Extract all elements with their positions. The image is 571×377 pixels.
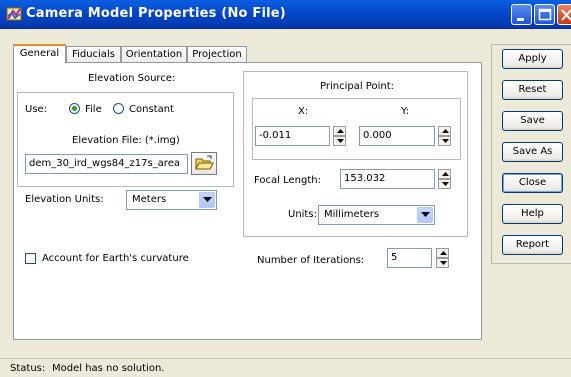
elevation-units-value: Meters — [132, 194, 167, 205]
browse-button[interactable] — [191, 152, 217, 175]
principal-y-input[interactable]: 0.000 — [359, 126, 435, 146]
focal-length-input[interactable]: 153.032 — [340, 169, 435, 189]
spin-up-icon[interactable] — [438, 169, 451, 179]
radio-constant-label[interactable]: Constant — [129, 104, 174, 116]
focal-units-label: Units: — [288, 209, 317, 220]
window-title: Camera Model Properties (No File) — [26, 6, 286, 21]
close-button[interactable]: Close — [502, 173, 563, 193]
maximize-button[interactable] — [534, 4, 555, 25]
elevation-file-label: Elevation File: (*.img) — [72, 135, 180, 146]
status-label: Status: — [10, 363, 46, 374]
principal-x-spinner[interactable] — [333, 126, 346, 146]
reset-button[interactable]: Reset — [502, 80, 563, 100]
chevron-down-icon[interactable] — [199, 192, 215, 208]
save-button[interactable]: Save — [502, 111, 563, 131]
apply-button[interactable]: Apply — [502, 49, 563, 69]
spin-down-icon[interactable] — [438, 136, 451, 146]
principal-x-input[interactable]: -0.011 — [255, 126, 330, 146]
iterations-spinner[interactable] — [436, 248, 449, 268]
radio-constant[interactable] — [113, 103, 124, 114]
spin-up-icon[interactable] — [438, 126, 451, 136]
spin-up-icon[interactable] — [436, 248, 449, 258]
tab-orientation[interactable]: Orientation — [121, 46, 187, 63]
spin-down-icon[interactable] — [438, 179, 451, 189]
spin-down-icon[interactable] — [436, 258, 449, 268]
focal-length-label: Focal Length: — [254, 175, 321, 186]
dialog-window: Camera Model Properties (No File) Genera… — [0, 0, 571, 377]
iterations-label: Number of Iterations: — [257, 255, 365, 266]
use-label: Use: — [25, 104, 48, 115]
status-bar: Status: Model has no solution. — [0, 358, 571, 377]
focal-units-value: Millimeters — [324, 209, 380, 220]
tab-projection[interactable]: Projection — [187, 46, 247, 63]
focal-length-spinner[interactable] — [438, 169, 451, 189]
principal-y-label: Y: — [401, 106, 410, 117]
title-bar[interactable]: Camera Model Properties (No File) — [0, 0, 571, 29]
tab-general[interactable]: General — [13, 44, 66, 63]
radio-file[interactable] — [69, 103, 80, 114]
report-button[interactable]: Report — [502, 235, 563, 255]
status-text: Model has no solution. — [52, 363, 165, 374]
elevation-units-select[interactable]: Meters — [126, 190, 217, 210]
save-as-button[interactable]: Save As — [502, 142, 563, 162]
spin-down-icon[interactable] — [333, 136, 346, 146]
camera-model-icon — [6, 6, 22, 22]
principal-point-title: Principal Point: — [320, 81, 394, 92]
earth-curvature-label[interactable]: Account for Earth's curvature — [42, 253, 189, 265]
close-window-button[interactable] — [557, 4, 571, 25]
focal-units-select[interactable]: Millimeters — [318, 205, 435, 225]
minimize-button[interactable] — [511, 4, 532, 25]
tab-fiducials[interactable]: Fiducials — [66, 46, 121, 63]
radio-file-label[interactable]: File — [85, 104, 102, 116]
iterations-input[interactable]: 5 — [387, 248, 432, 268]
help-button[interactable]: Help — [502, 204, 563, 224]
chevron-down-icon[interactable] — [417, 207, 433, 223]
elevation-units-label: Elevation Units: — [25, 194, 104, 205]
principal-x-label: X: — [298, 106, 309, 117]
radio-selected-dot — [72, 106, 77, 111]
elevation-source-label: Elevation Source: — [88, 73, 176, 84]
elevation-file-input[interactable]: dem_30_ird_wgs84_z17s_area — [25, 154, 188, 174]
principal-y-spinner[interactable] — [438, 126, 451, 146]
spin-up-icon[interactable] — [333, 126, 346, 136]
earth-curvature-checkbox[interactable] — [25, 253, 36, 264]
